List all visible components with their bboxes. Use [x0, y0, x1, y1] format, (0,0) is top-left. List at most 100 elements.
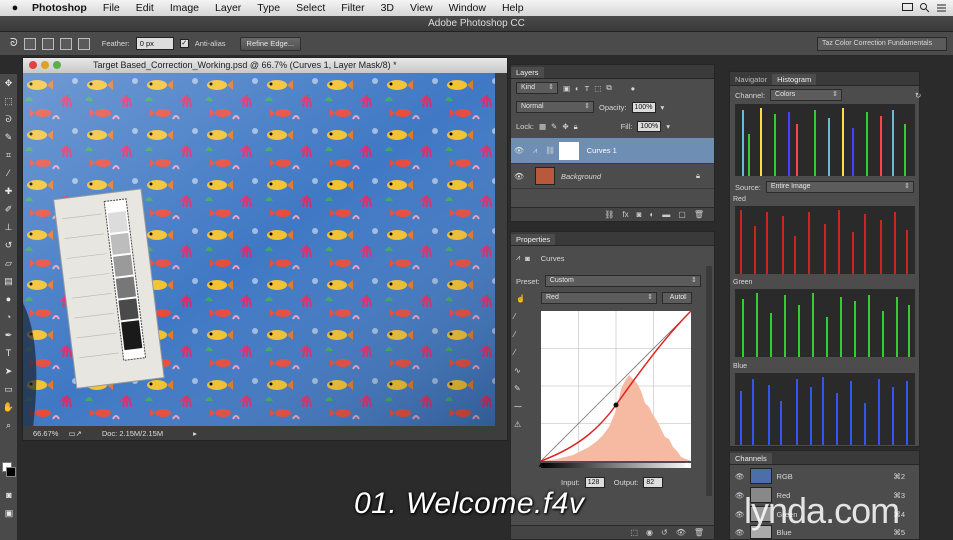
status-options-icon[interactable]: ▭↗: [68, 429, 81, 438]
menu-image[interactable]: Image: [162, 2, 207, 14]
clone-stamp-tool-icon[interactable]: ⊥: [0, 218, 17, 236]
path-select-tool-icon[interactable]: ➤: [0, 362, 17, 380]
menu-layer[interactable]: Layer: [207, 2, 249, 14]
menu-app[interactable]: Photoshop: [22, 2, 95, 14]
zoom-level[interactable]: 66.67%: [33, 429, 58, 438]
zoom-tool-icon[interactable]: ⌕: [0, 416, 17, 434]
tab-properties[interactable]: Properties: [511, 234, 556, 245]
type-tool-icon[interactable]: T: [0, 344, 17, 362]
healing-tool-icon[interactable]: ✚: [0, 182, 17, 200]
shape-tool-icon[interactable]: ▭: [0, 380, 17, 398]
filter-type-icon[interactable]: T: [585, 84, 590, 93]
blend-mode-select[interactable]: Normal: [516, 101, 594, 113]
visibility-eye-icon[interactable]: 👁︎: [735, 472, 745, 481]
filter-pixel-icon[interactable]: ▣: [563, 84, 570, 93]
properties-scrollbar[interactable]: [706, 266, 712, 496]
white-point-slider-icon[interactable]: ▲: [683, 460, 691, 469]
filter-smart-icon[interactable]: ⧉: [606, 83, 611, 93]
antialias-checkbox[interactable]: ✓: [179, 39, 189, 48]
menu-type[interactable]: Type: [249, 2, 288, 14]
lasso-tool-icon[interactable]: ᘐ: [10, 37, 18, 50]
blur-tool-icon[interactable]: ●: [0, 290, 17, 308]
lasso-tool-icon[interactable]: ᘐ: [0, 110, 17, 128]
input-value[interactable]: 128: [584, 477, 605, 488]
lock-all-icon[interactable]: 🔒︎: [574, 122, 578, 132]
tab-layers[interactable]: Layers: [511, 67, 544, 78]
screen-mode-icon[interactable]: ▣: [0, 504, 18, 522]
quick-mask-icon[interactable]: ◙: [0, 486, 18, 504]
history-brush-tool-icon[interactable]: ↺: [0, 236, 17, 254]
document-vertical-scrollbar[interactable]: [495, 73, 507, 428]
preset-select[interactable]: Custom: [544, 275, 701, 287]
gray-point-eyedropper-icon[interactable]: ⁄: [514, 330, 534, 348]
zoom-window-icon[interactable]: [53, 61, 61, 69]
opacity-slider-icon[interactable]: ▾: [661, 103, 665, 112]
curve-point-tool-icon[interactable]: ∿: [514, 366, 534, 384]
visibility-eye-icon[interactable]: 👁︎: [511, 172, 527, 181]
layer-name[interactable]: Curves 1: [587, 146, 617, 155]
close-window-icon[interactable]: [29, 61, 37, 69]
eyedropper-tool-icon[interactable]: ⁄: [0, 164, 17, 182]
curves-graph[interactable]: [540, 310, 692, 462]
clip-to-layer-icon[interactable]: ⬚: [630, 528, 638, 537]
new-group-icon[interactable]: ▬: [662, 210, 670, 219]
filter-shape-icon[interactable]: ⬚: [594, 84, 601, 93]
black-point-slider-icon[interactable]: ▲: [537, 460, 545, 469]
selection-mode-add[interactable]: [41, 37, 54, 50]
eraser-tool-icon[interactable]: ▱: [0, 254, 17, 272]
mask-icon[interactable]: ◙: [525, 254, 530, 263]
marquee-tool-icon[interactable]: ⬚: [0, 92, 17, 110]
layer-mask-thumbnail[interactable]: [558, 141, 579, 160]
reset-icon[interactable]: ↺: [661, 528, 668, 537]
menu-view[interactable]: View: [402, 2, 441, 14]
tab-channels[interactable]: Channels: [730, 453, 772, 464]
list-icon[interactable]: [936, 2, 947, 13]
lock-image-icon[interactable]: ✎: [551, 122, 557, 131]
layer-style-icon[interactable]: fx: [622, 210, 628, 219]
new-adjustment-icon[interactable]: ◐: [649, 210, 654, 219]
selection-mode-intersect[interactable]: [77, 37, 90, 50]
fill-input[interactable]: 100%: [637, 121, 662, 132]
gradient-tool-icon[interactable]: ▤: [0, 272, 17, 290]
link-layers-icon[interactable]: ⛓︎: [604, 210, 614, 219]
toggle-visibility-icon[interactable]: 👁︎: [676, 528, 686, 537]
feather-input[interactable]: 0 px: [135, 37, 174, 50]
smooth-curve-icon[interactable]: ⁓: [514, 402, 534, 420]
layer-row-background[interactable]: 👁︎ Background 🔒︎: [511, 164, 714, 189]
menu-edit[interactable]: Edit: [128, 2, 162, 14]
layer-thumbnail[interactable]: [535, 167, 555, 185]
fill-slider-icon[interactable]: ▾: [666, 122, 670, 131]
hist-refresh-icon[interactable]: ↻: [915, 91, 921, 100]
menu-filter[interactable]: Filter: [333, 2, 372, 14]
delete-layer-icon[interactable]: 🗑︎: [694, 210, 704, 219]
status-menu-arrow-icon[interactable]: ▸: [193, 429, 197, 438]
workspace-select[interactable]: Taz Color Correction Fundamentals: [817, 37, 947, 51]
tab-navigator[interactable]: Navigator: [730, 74, 772, 85]
minimize-window-icon[interactable]: [41, 61, 49, 69]
target-adjust-icon[interactable]: ☝: [516, 294, 536, 303]
layer-name[interactable]: Background: [561, 172, 601, 181]
refine-edge-button[interactable]: Refine Edge...: [239, 36, 302, 51]
menu-window[interactable]: Window: [441, 2, 494, 14]
menu-3d[interactable]: 3D: [373, 2, 402, 14]
apple-icon[interactable]: ●: [8, 2, 22, 14]
filter-adjustment-icon[interactable]: ◐: [575, 84, 580, 93]
screen-icon[interactable]: [902, 2, 913, 13]
search-icon[interactable]: [919, 2, 930, 13]
auto-button[interactable]: Auto: [662, 292, 692, 304]
pen-tool-icon[interactable]: ✒: [0, 326, 17, 344]
background-color-swatch[interactable]: [6, 467, 16, 477]
pencil-draw-icon[interactable]: ✎: [514, 384, 534, 402]
menu-help[interactable]: Help: [494, 2, 532, 14]
move-tool-icon[interactable]: ✥: [0, 74, 17, 92]
brush-tool-icon[interactable]: ✐: [0, 200, 17, 218]
crop-tool-icon[interactable]: ⌗: [0, 146, 17, 164]
new-layer-icon[interactable]: ▢: [678, 210, 686, 219]
clipping-warning-icon[interactable]: ⚠: [514, 420, 534, 438]
menu-select[interactable]: Select: [288, 2, 333, 14]
white-point-eyedropper-icon[interactable]: ⁄: [514, 348, 534, 366]
lock-position-icon[interactable]: ✥: [562, 122, 568, 131]
channel-select[interactable]: Red: [541, 292, 657, 304]
hand-tool-icon[interactable]: ✋: [0, 398, 17, 416]
layer-filter-kind[interactable]: Kind: [516, 82, 558, 94]
